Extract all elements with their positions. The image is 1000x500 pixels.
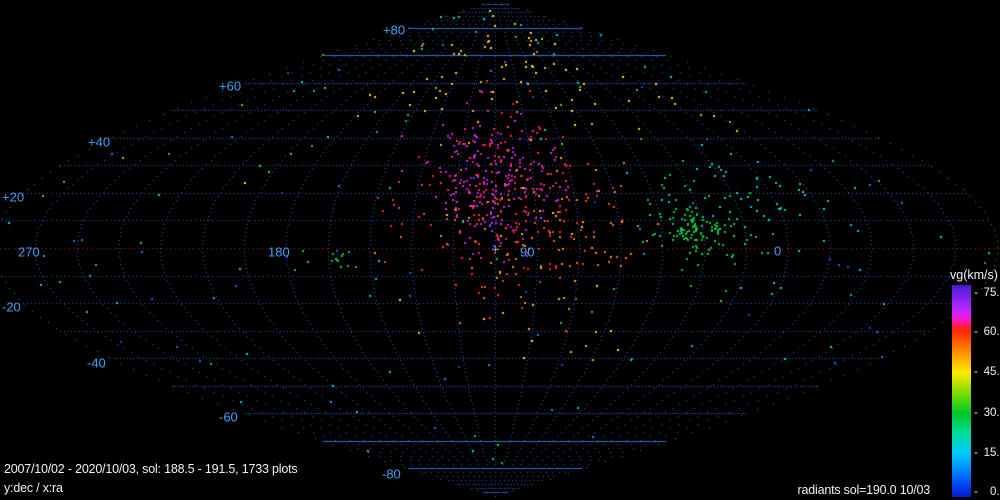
ra-tick-label: 270 xyxy=(18,246,40,259)
dec-tick-label: +20 xyxy=(2,191,24,204)
dec-tick-label: +60 xyxy=(219,80,241,93)
dec-tick-label: -80 xyxy=(382,468,401,481)
dec-tick-label: +80 xyxy=(383,24,405,37)
date-range-label: 2007/10/02 - 2020/10/03, sol: 188.5 - 19… xyxy=(4,460,297,479)
radiant-map-window: +80+60+40+20-20-40-60-80270180900 vg(km/… xyxy=(0,0,1000,500)
radiants-sol-label: radiants sol=190.0 10/03 xyxy=(0,483,930,497)
dec-tick-label: -20 xyxy=(2,301,21,314)
dec-tick-label: -40 xyxy=(87,357,106,370)
ra-tick-label: 180 xyxy=(268,246,290,259)
dec-tick-label: -60 xyxy=(219,411,238,424)
radiant-plot-canvas xyxy=(0,0,1000,500)
ra-tick-label: 0 xyxy=(774,245,781,258)
ra-tick-label: 90 xyxy=(520,246,534,259)
dec-tick-label: +40 xyxy=(88,136,110,149)
